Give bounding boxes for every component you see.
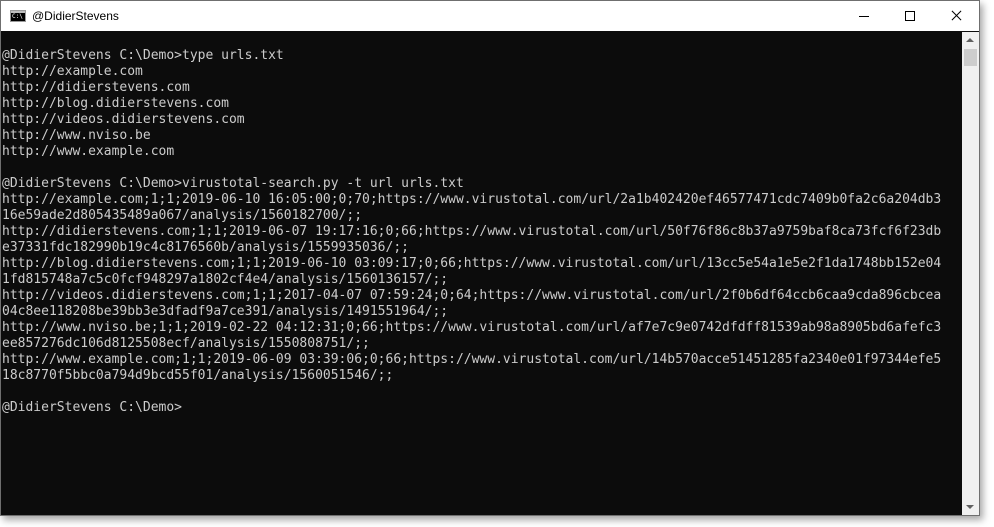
console-line: @DidierStevens C:\Demo> xyxy=(2,400,183,415)
console-line: 04c8ee118208be39bb3e3dfadf9a7ce391/analy… xyxy=(2,304,449,319)
window-title: @DidierStevens xyxy=(32,9,119,23)
console-line: 18c8770f5bbc0a794d9bcd55f01/analysis/156… xyxy=(2,368,394,383)
console-text: @DidierStevens C:\Demo>type urls.txt htt… xyxy=(1,32,962,416)
console-window: C:\ @DidierStevens @DidierStevens C:\Dem… xyxy=(0,0,980,516)
console-line: http://blog.didierstevens.com xyxy=(2,96,229,111)
console-line: http://didierstevens.com;1;1;2019-06-07 … xyxy=(2,224,942,239)
console-line: 1fd815748a7c5c0fcf948297a1802cf4e4/analy… xyxy=(2,272,449,287)
console-line: http://blog.didierstevens.com;1;1;2019-0… xyxy=(2,256,942,271)
console-line: http://example.com;1;1;2019-06-10 16:05:… xyxy=(2,192,942,207)
console-line: http://www.example.com xyxy=(2,144,175,159)
console-line: e37331fdc182990b19c4c8176560b/analysis/1… xyxy=(2,240,409,255)
console-line: 16e59ade2d805435489a067/analysis/1560182… xyxy=(2,208,363,223)
minimize-icon[interactable] xyxy=(841,1,887,31)
console-line: http://didierstevens.com xyxy=(2,80,190,95)
command-prompt-icon-text: C:\ xyxy=(12,13,23,20)
window-controls xyxy=(841,1,979,31)
console-line: @DidierStevens C:\Demo>virustotal-search… xyxy=(2,176,464,191)
scrollbar-thumb[interactable] xyxy=(964,49,977,66)
console-line: http://www.nviso.be;1;1;2019-02-22 04:12… xyxy=(2,320,942,335)
console-output[interactable]: @DidierStevens C:\Demo>type urls.txt htt… xyxy=(1,32,962,515)
console-line: ee857276dc106d8125508ecf/analysis/155080… xyxy=(2,336,370,351)
vertical-scrollbar[interactable] xyxy=(962,32,979,515)
scroll-up-icon[interactable] xyxy=(962,32,979,49)
maximize-icon[interactable] xyxy=(887,1,933,31)
title-bar[interactable]: C:\ @DidierStevens xyxy=(1,1,979,31)
console-line: http://example.com xyxy=(2,64,143,79)
close-icon[interactable] xyxy=(933,1,979,31)
console-line: http://www.nviso.be xyxy=(2,128,151,143)
console-line: http://videos.didierstevens.com;1;1;2017… xyxy=(2,288,942,303)
command-prompt-icon[interactable]: C:\ xyxy=(10,10,26,22)
console-line: http://videos.didierstevens.com xyxy=(2,112,245,127)
scroll-down-icon[interactable] xyxy=(962,498,979,515)
console-line: http://www.example.com;1;1;2019-06-09 03… xyxy=(2,352,942,367)
console-line: @DidierStevens C:\Demo>type urls.txt xyxy=(2,48,284,63)
